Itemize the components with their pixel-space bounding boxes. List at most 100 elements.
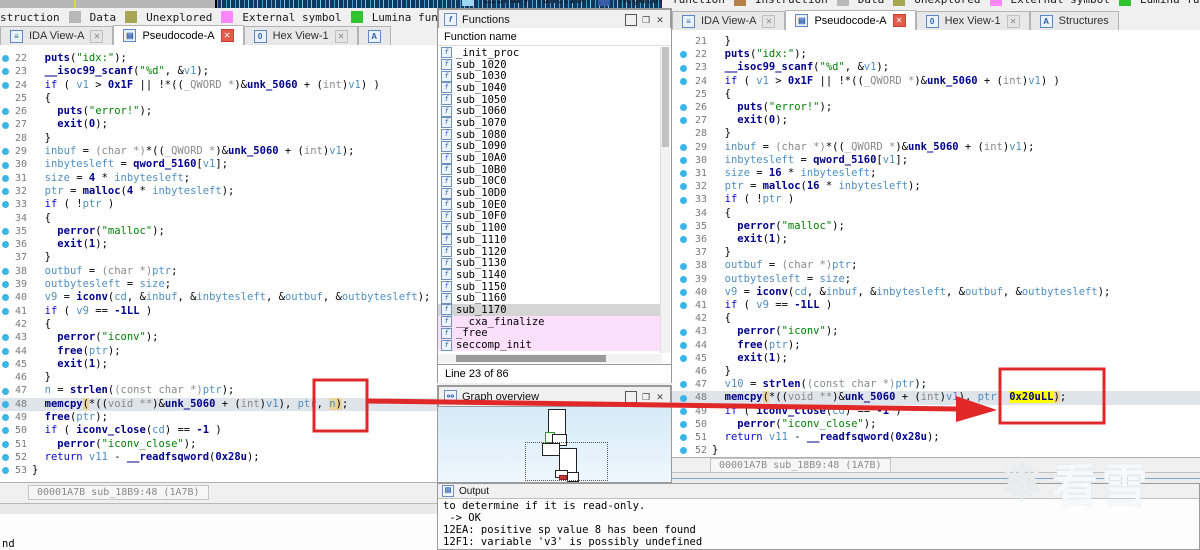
function-list-item[interactable]: f sub_1120 <box>438 246 662 258</box>
tab-pseudocode-a[interactable]: ▤ Pseudocode-A ✕ <box>785 10 916 30</box>
code-line[interactable]: 23 __isoc99_scanf("%d", &v1); <box>0 65 437 78</box>
code-line[interactable]: 48 memcpy(*((void **)&unk_5060 + (int)v1… <box>672 391 1200 405</box>
code-line[interactable]: 51 return v11 - __readfsqword(0x28u); <box>672 431 1200 444</box>
code-line[interactable]: 43 perror("iconv"); <box>0 331 437 344</box>
close-icon[interactable]: ✕ <box>655 15 665 25</box>
code-line[interactable]: 32 ptr = malloc(16 * inbytesleft); <box>672 180 1200 193</box>
code-line[interactable]: 52 return v11 - __readfsqword(0x28u); <box>0 451 437 464</box>
function-list-item[interactable]: f _init_proc <box>438 47 662 59</box>
code-line[interactable]: 50 if ( iconv_close(cd) == -1 ) <box>0 424 437 437</box>
function-list-item[interactable]: f sub_1050 <box>438 94 662 106</box>
code-line[interactable]: 25 { <box>672 88 1200 101</box>
function-list-item[interactable]: f sub_10E0 <box>438 199 662 211</box>
tab-hex-view-1[interactable]: 0 Hex View-1 ✕ <box>915 11 1030 30</box>
function-list-item[interactable]: f _free <box>438 327 662 339</box>
code-line[interactable]: 36 exit(1); <box>0 238 437 251</box>
function-list-item[interactable]: f sub_1040 <box>438 82 662 94</box>
close-tab-icon[interactable]: ✕ <box>334 29 348 43</box>
function-list-item[interactable]: f sub_1090 <box>438 140 662 152</box>
code-line[interactable]: 38 outbuf = (char *)ptr; <box>672 259 1200 272</box>
code-line[interactable]: 32 ptr = malloc(4 * inbytesleft); <box>0 185 437 198</box>
function-list-item[interactable]: f sub_1110 <box>438 234 662 246</box>
functions-panel-titlebar[interactable]: f Functions ❐ ✕ <box>438 9 671 30</box>
code-line[interactable]: 46 } <box>672 365 1200 378</box>
code-line[interactable]: 47 n = strlen((const char *)ptr); <box>0 384 437 397</box>
code-line[interactable]: 34 { <box>672 207 1200 220</box>
function-list-item[interactable]: f sub_1140 <box>438 269 662 281</box>
functions-horizontal-scrollbar[interactable] <box>438 354 662 363</box>
code-line[interactable]: 45 exit(1); <box>672 352 1200 365</box>
function-list-item[interactable]: f sub_1080 <box>438 129 662 141</box>
code-line[interactable]: 28 } <box>0 132 437 145</box>
code-line[interactable]: 42 { <box>0 318 437 331</box>
code-line[interactable]: 24 if ( v1 > 0x1F || !*((_QWORD *)&unk_5… <box>0 79 437 92</box>
function-list-item[interactable]: f sub_1030 <box>438 70 662 82</box>
maximize-icon[interactable] <box>625 13 637 26</box>
function-list-item[interactable]: f seccomp_init <box>438 339 662 351</box>
code-line[interactable]: 48 memcpy(*((void **)&unk_5060 + (int)v1… <box>0 397 437 412</box>
code-line[interactable]: 37 } <box>672 246 1200 259</box>
code-line[interactable]: 47 v10 = strlen((const char *)ptr); <box>672 378 1200 391</box>
function-list-item[interactable]: f sub_1130 <box>438 257 662 269</box>
tab-hex-view-1[interactable]: 0 Hex View-1 ✕ <box>243 26 358 45</box>
maximize-icon[interactable] <box>625 390 637 403</box>
code-line[interactable]: 27 exit(0); <box>0 118 437 131</box>
code-line[interactable]: 38 outbuf = (char *)ptr; <box>0 265 437 278</box>
function-list-item[interactable]: f sub_1160 <box>438 292 662 304</box>
right-pseudocode-view[interactable]: 21 } 22 puts("idx:"); 23 __isoc99_scanf("%… <box>672 30 1200 462</box>
tab-ida-view-a[interactable]: ≡ IDA View-A ✕ <box>672 11 786 30</box>
function-list-item[interactable]: f sub_1020 <box>438 59 662 71</box>
functions-column-header[interactable]: Function name <box>438 28 671 46</box>
code-line[interactable]: 41 if ( v9 == -1LL ) <box>0 305 437 318</box>
function-list-item[interactable]: f sub_10A0 <box>438 152 662 164</box>
code-line[interactable]: 25 { <box>0 92 437 105</box>
code-line[interactable]: 31 size = 16 * inbytesleft; <box>672 167 1200 180</box>
code-line[interactable]: 29 inbuf = (char *)*((_QWORD *)&unk_5060… <box>0 145 437 158</box>
code-line[interactable]: 34 { <box>0 212 437 225</box>
code-line[interactable]: 23 __isoc99_scanf("%d", &v1); <box>672 61 1200 74</box>
code-line[interactable]: 41 if ( v9 == -1LL ) <box>672 299 1200 312</box>
code-line[interactable]: 39 outbytesleft = size; <box>672 273 1200 286</box>
code-line[interactable]: 21 } <box>672 35 1200 48</box>
code-line[interactable]: 40 v9 = iconv(cd, &inbuf, &inbytesleft, … <box>672 286 1200 299</box>
code-line[interactable]: 28 } <box>672 127 1200 140</box>
code-line[interactable]: 30 inbytesleft = qword_5160[v1]; <box>0 158 437 171</box>
code-line[interactable]: 40 v9 = iconv(cd, &inbuf, &inbytesleft, … <box>0 291 437 304</box>
graph-overview-canvas[interactable] <box>438 405 671 482</box>
code-line[interactable]: 26 puts("error!"); <box>0 105 437 118</box>
code-line[interactable]: 27 exit(0); <box>672 114 1200 127</box>
function-list-item[interactable]: f sub_10C0 <box>438 175 662 187</box>
function-list-item[interactable]: f sub_1170 <box>438 304 662 316</box>
code-line[interactable]: 43 perror("iconv"); <box>672 325 1200 338</box>
close-tab-icon[interactable]: ✕ <box>1006 14 1020 28</box>
code-line[interactable]: 52} <box>672 444 1200 457</box>
function-list-item[interactable]: f sub_1150 <box>438 281 662 293</box>
code-line[interactable]: 29 inbuf = (char *)*((_QWORD *)&unk_5060… <box>672 141 1200 154</box>
code-line[interactable]: 49 if ( iconv_close(cd) == -1 ) <box>672 405 1200 418</box>
code-line[interactable]: 35 perror("malloc"); <box>0 225 437 238</box>
code-line[interactable]: 30 inbytesleft = qword_5160[v1]; <box>672 154 1200 167</box>
code-line[interactable]: 45 exit(1); <box>0 358 437 371</box>
code-line[interactable]: 39 outbytesleft = size; <box>0 278 437 291</box>
code-line[interactable]: 51 perror("iconv_close"); <box>0 438 437 451</box>
tab-ida-view-a[interactable]: ≡ IDA View-A ✕ <box>0 26 114 45</box>
tab-structures[interactable]: A Structures <box>1029 11 1119 30</box>
close-icon[interactable]: ✕ <box>655 392 665 402</box>
code-line[interactable]: 33 if ( !ptr ) <box>672 193 1200 206</box>
close-tab-icon[interactable]: ✕ <box>762 14 776 28</box>
code-line[interactable]: 22 puts("idx:"); <box>0 52 437 65</box>
code-line[interactable]: 35 perror("malloc"); <box>672 220 1200 233</box>
code-line[interactable]: 24 if ( v1 > 0x1F || !*((_QWORD *)&unk_5… <box>672 75 1200 88</box>
output-log[interactable]: to determine if it is read-only. -> OK 12… <box>438 499 1199 548</box>
functions-vertical-scrollbar[interactable] <box>660 47 670 353</box>
left-pseudocode-view[interactable]: 22 puts("idx:"); 23 __isoc99_scanf("%d", … <box>0 45 437 489</box>
graph-viewport-rect[interactable] <box>525 442 608 481</box>
close-tab-icon[interactable]: ✕ <box>90 29 104 43</box>
close-tab-icon[interactable]: ✕ <box>220 29 234 42</box>
float-icon[interactable]: ❐ <box>641 392 651 402</box>
output-titlebar[interactable]: ▤ Output <box>438 484 1199 499</box>
graph-overview-titlebar[interactable]: ⚯ Graph overview ❐ ✕ <box>438 386 671 407</box>
code-line[interactable]: 22 puts("idx:"); <box>672 48 1200 61</box>
function-list-item[interactable]: f sub_1060 <box>438 105 662 117</box>
code-line[interactable]: 44 free(ptr); <box>0 345 437 358</box>
